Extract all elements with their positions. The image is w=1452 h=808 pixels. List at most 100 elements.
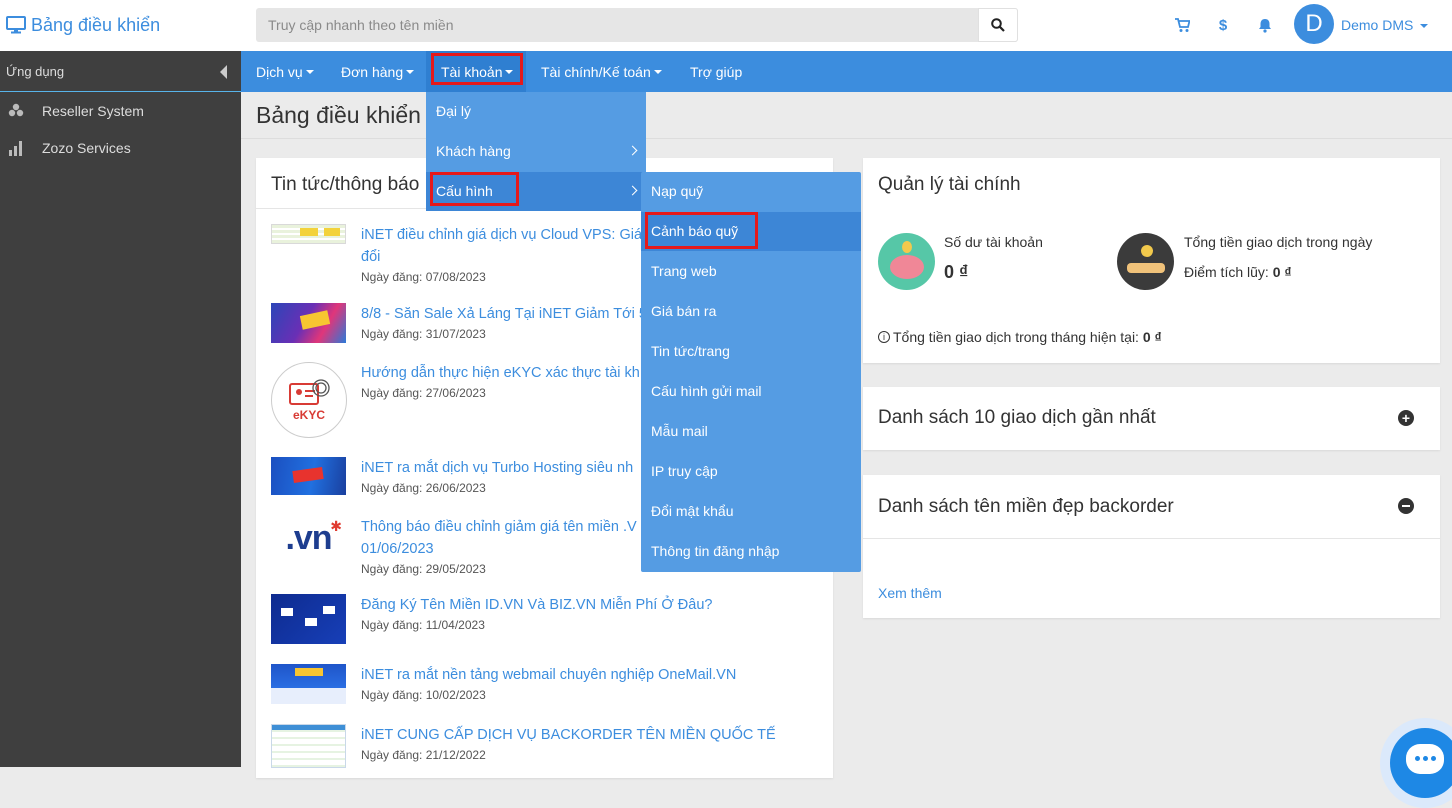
network-icon: [8, 103, 24, 117]
monitor-icon: [6, 16, 26, 34]
top-bar: Bảng điều khiển $ D Demo DMS: [0, 0, 1452, 51]
caret-down-icon: [406, 69, 415, 74]
sidebar-header: Ứng dụng: [0, 51, 241, 92]
sidebar-item-zozo-services[interactable]: Zozo Services: [0, 129, 241, 166]
news-thumbnail: [271, 303, 346, 343]
sidebar-item-reseller-system[interactable]: Reseller System: [0, 92, 241, 129]
caret-down-icon: [305, 69, 314, 74]
divider: [863, 538, 1440, 539]
caret-down-icon: [1420, 24, 1429, 29]
main-nav: Dịch vụ Đơn hàng Tài khoản Tài chính/Kế …: [241, 51, 1452, 92]
news-title-line: iNET điều chỉnh giá dịch vụ Cloud VPS: G…: [361, 227, 643, 243]
brand-label: Bảng điều khiển: [31, 14, 161, 35]
finance-title: Quản lý tài chính: [878, 174, 1021, 195]
cart-icon[interactable]: [1172, 15, 1192, 35]
points-value: 0 ₫: [1272, 264, 1292, 280]
news-date: Ngày đăng: 31/07/2023: [361, 327, 486, 341]
finance-card: Quản lý tài chính Số dư tài khoản 0 ₫ Tổ…: [863, 158, 1440, 363]
dollar-icon[interactable]: $: [1213, 15, 1233, 35]
news-link[interactable]: iNET CUNG CẤP DỊCH VỤ BACKORDER TÊN MIỀN…: [361, 724, 831, 746]
collapse-arrow-icon[interactable]: [220, 65, 227, 79]
news-date: Ngày đăng: 10/02/2023: [361, 688, 486, 702]
user-menu[interactable]: Demo DMS: [1341, 17, 1429, 33]
news-title-line: Thông báo điều chỉnh giảm giá tên miền .…: [361, 519, 637, 535]
avatar[interactable]: D: [1294, 4, 1334, 44]
news-title-line: 01/06/2023: [361, 541, 434, 557]
handshake-icon: [1117, 233, 1174, 290]
piggy-bank-icon: [878, 233, 935, 290]
menu-item-ip-truy-cap[interactable]: IP truy cập: [651, 463, 718, 479]
nav-label: Dịch vụ: [256, 63, 303, 80]
menu-item-khach-hang[interactable]: Khách hàng: [436, 143, 511, 159]
news-title: Tin tức/thông báo: [271, 174, 420, 195]
page-title: Bảng điều khiển: [256, 102, 421, 128]
highlight-box-tai-khoan: [431, 53, 523, 85]
monthly-total-row: i Tổng tiền giao dịch trong tháng hiện t…: [878, 329, 1162, 345]
menu-item-cau-hinh-gui-mail[interactable]: Cấu hình gửi mail: [651, 383, 762, 399]
brand-link[interactable]: Bảng điều khiển: [6, 13, 160, 37]
ekyc-thumbnail: eKYC: [271, 362, 347, 438]
news-date: Ngày đăng: 27/06/2023: [361, 386, 486, 400]
menu-item-nap-quy[interactable]: Nạp quỹ: [651, 183, 703, 199]
search-input[interactable]: [256, 8, 978, 42]
recent-transactions-card: Danh sách 10 giao dịch gần nhất +: [863, 387, 1440, 450]
news-link[interactable]: iNET ra mắt nền tảng webmail chuyên nghi…: [361, 664, 831, 686]
ekyc-label: eKYC: [292, 408, 325, 422]
news-date: Ngày đăng: 11/04/2023: [361, 618, 485, 632]
star-icon: ✱: [330, 518, 342, 534]
see-more-link[interactable]: Xem thêm: [878, 585, 942, 601]
chart-icon: [9, 141, 22, 156]
sidebar-item-label: Reseller System: [42, 102, 144, 119]
menu-item-dai-ly[interactable]: Đại lý: [436, 103, 471, 119]
sidebar-header-label: Ứng dụng: [6, 63, 65, 79]
user-name: Demo DMS: [1341, 17, 1414, 33]
quick-search: [256, 8, 1018, 42]
nav-don-hang[interactable]: Đơn hàng: [341, 51, 415, 92]
highlight-box-cau-hinh: [430, 172, 519, 206]
search-button[interactable]: [978, 8, 1018, 42]
chat-widget[interactable]: [1380, 718, 1452, 808]
balance-label: Số dư tài khoản: [944, 234, 1043, 250]
news-thumbnail: [271, 457, 346, 495]
monthly-total-label: Tổng tiền giao dịch trong tháng hiện tại…: [893, 329, 1139, 345]
nav-dich-vu[interactable]: Dịch vụ: [256, 51, 314, 92]
menu-item-doi-mat-khau[interactable]: Đổi mật khẩu: [651, 503, 733, 519]
menu-item-trang-web[interactable]: Trang web: [651, 263, 717, 279]
balance-value: 0 ₫: [944, 262, 969, 282]
monthly-total-value: 0 ₫: [1142, 329, 1162, 345]
news-link[interactable]: Đăng Ký Tên Miền ID.VN Và BIZ.VN Miễn Ph…: [361, 594, 831, 616]
collapse-minus-icon[interactable]: [1398, 498, 1414, 514]
menu-item-gia-ban-ra[interactable]: Giá bán ra: [651, 303, 716, 319]
news-date: Ngày đăng: 26/06/2023: [361, 481, 486, 495]
vn-thumbnail: .vn ✱: [271, 516, 346, 560]
news-thumbnail: [271, 724, 346, 768]
points-row: Điểm tích lũy: 0 ₫: [1184, 264, 1292, 280]
page-header: Bảng điều khiển: [241, 92, 1452, 139]
bell-icon[interactable]: [1255, 15, 1275, 35]
nav-tro-giup[interactable]: Trợ giúp: [690, 51, 742, 92]
news-date: Ngày đăng: 07/08/2023: [361, 270, 486, 284]
expand-plus-icon[interactable]: +: [1398, 410, 1414, 426]
menu-item-tin-tuc-trang[interactable]: Tin tức/trang: [651, 343, 730, 359]
recent-title: Danh sách 10 giao dịch gần nhất: [878, 407, 1156, 428]
vn-logo-label: .vn: [285, 518, 332, 557]
nav-label: Tài chính/Kế toán: [541, 63, 651, 80]
info-icon: i: [878, 331, 890, 343]
highlight-box-canh-bao-quy: [645, 212, 758, 249]
news-thumbnail: [271, 664, 346, 704]
chat-icon: [1390, 728, 1452, 798]
news-thumbnail: [271, 594, 346, 644]
backorder-card: Danh sách tên miền đẹp backorder Xem thê…: [863, 475, 1440, 618]
nav-tai-chinh[interactable]: Tài chính/Kế toán: [541, 51, 662, 92]
news-thumbnail: [271, 224, 346, 244]
news-date: Ngày đăng: 21/12/2022: [361, 748, 486, 762]
nav-label: Trợ giúp: [690, 63, 743, 80]
backorder-title: Danh sách tên miền đẹp backorder: [878, 496, 1174, 517]
menu-item-thong-tin-dang-nhap[interactable]: Thông tin đăng nhập: [651, 543, 779, 559]
chevron-right-icon: [627, 145, 638, 156]
search-icon: [991, 18, 1005, 32]
caret-down-icon: [653, 69, 662, 74]
menu-item-mau-mail[interactable]: Mẫu mail: [651, 423, 708, 439]
id-card-icon: [289, 379, 330, 405]
points-label: Điểm tích lũy:: [1184, 264, 1269, 280]
